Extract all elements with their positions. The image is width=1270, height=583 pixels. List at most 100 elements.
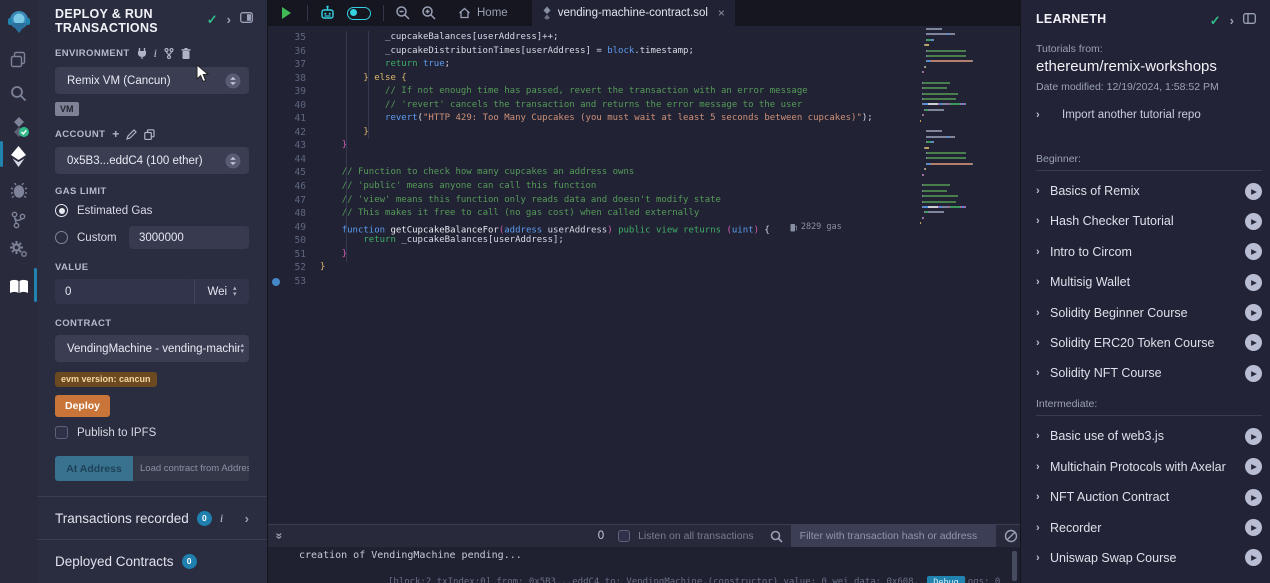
tutorial-item[interactable]: ›Basic use of web3.js▶ <box>1036 423 1262 449</box>
breakpoint-gutter[interactable] <box>268 221 284 235</box>
breakpoint-gutter[interactable] <box>268 72 284 86</box>
terminal-collapse-icon[interactable]: » <box>272 533 286 540</box>
solidity-compiler-icon[interactable] <box>0 112 37 142</box>
breakpoint-gutter[interactable] <box>268 275 284 289</box>
clear-console-icon[interactable] <box>1004 529 1018 543</box>
custom-gas-radio[interactable] <box>55 231 68 244</box>
learneth-pin-icon[interactable] <box>1243 13 1256 24</box>
terminal-filter-input[interactable] <box>791 524 996 548</box>
breakpoint-gutter[interactable] <box>268 139 284 153</box>
breakpoint-gutter[interactable] <box>268 31 284 45</box>
breakpoint-gutter[interactable] <box>268 180 284 194</box>
tutorial-item[interactable]: ›Intro to Circom▶ <box>1036 239 1262 265</box>
tutorial-item[interactable]: ›Solidity ERC20 Token Course▶ <box>1036 330 1262 356</box>
source-control-icon[interactable] <box>0 205 37 235</box>
tutorial-item[interactable]: ›Multisig Wallet▶ <box>1036 269 1262 295</box>
tutorial-play-button[interactable]: ▶ <box>1245 519 1262 536</box>
code-editor[interactable]: 35 _cupcakeBalances[userAddress]++;36 _c… <box>268 26 1020 512</box>
listen-all-checkbox[interactable] <box>618 530 630 542</box>
tutorial-item[interactable]: ›Hash Checker Tutorial▶ <box>1036 208 1262 234</box>
search-icon[interactable] <box>0 78 37 108</box>
pin-panel-icon[interactable] <box>240 12 253 23</box>
deploy-run-icon[interactable] <box>0 141 37 171</box>
collapse-panel-icon[interactable]: › <box>227 12 231 27</box>
contract-select[interactable]: VendingMachine - vending-machin ▴▾ <box>55 335 249 362</box>
copy-account-icon[interactable] <box>144 129 155 140</box>
breakpoint-gutter[interactable] <box>268 194 284 208</box>
environment-select[interactable]: Remix VM (Cancun) <box>55 67 249 94</box>
breakpoint-gutter[interactable] <box>268 58 284 72</box>
transactions-info-icon[interactable]: i <box>220 511 223 526</box>
value-unit-select[interactable]: Wei ▴▾ <box>194 279 249 304</box>
tutorial-play-button[interactable]: ▶ <box>1245 428 1262 445</box>
estimated-gas-radio[interactable] <box>55 204 68 217</box>
add-account-icon[interactable]: + <box>112 127 119 141</box>
tutorial-play-button[interactable]: ▶ <box>1245 213 1262 230</box>
terminal-search-icon[interactable] <box>770 530 783 543</box>
tab-close-icon[interactable]: × <box>718 6 725 20</box>
breakpoint-gutter[interactable] <box>268 261 284 275</box>
deploy-button[interactable]: Deploy <box>55 395 110 417</box>
settings-icon[interactable] <box>0 234 37 264</box>
terminal-scrollbar[interactable] <box>1012 551 1017 581</box>
tutorial-item[interactable]: ›Solidity Beginner Course▶ <box>1036 300 1262 326</box>
breakpoint-gutter[interactable] <box>268 248 284 262</box>
breakpoint-gutter[interactable] <box>268 234 284 248</box>
import-repo-row[interactable]: › Import another tutorial repo <box>1036 109 1255 121</box>
tutorial-item[interactable]: ›Uniswap Swap Course▶ <box>1036 545 1262 571</box>
account-select[interactable]: 0x5B3...eddC4 (100 ether) <box>55 147 249 174</box>
zoom-out-icon[interactable] <box>395 5 411 21</box>
breakpoint-gutter[interactable] <box>268 126 284 140</box>
tutorial-item[interactable]: ›Basics of Remix▶ <box>1036 178 1262 204</box>
tutorial-item[interactable]: ›Multichain Protocols with Axelar▶ <box>1036 454 1262 480</box>
breakpoint-gutter[interactable] <box>268 153 284 167</box>
publish-ipfs-checkbox[interactable] <box>55 426 68 439</box>
tutorial-play-button[interactable]: ▶ <box>1245 304 1262 321</box>
breakpoint-icon[interactable] <box>272 278 280 286</box>
breakpoint-gutter[interactable] <box>268 112 284 126</box>
tutorial-play-button[interactable]: ▶ <box>1245 334 1262 351</box>
zoom-in-icon[interactable] <box>421 5 437 21</box>
environment-info-icon[interactable]: i <box>154 46 157 61</box>
tutorial-item[interactable]: ›NFT Auction Contract▶ <box>1036 484 1262 510</box>
at-address-input[interactable]: Load contract from Addres <box>133 456 249 481</box>
learneth-icon[interactable] <box>0 272 37 302</box>
remix-logo[interactable] <box>0 8 37 36</box>
debug-button[interactable]: Debug <box>927 576 965 583</box>
tutorial-play-button[interactable]: ▶ <box>1245 183 1262 200</box>
plug-icon[interactable] <box>137 48 147 59</box>
tab-home[interactable]: Home <box>448 0 518 26</box>
breakpoint-gutter[interactable] <box>268 85 284 99</box>
transactions-recorded-section[interactable]: Transactions recorded 0 i › <box>55 497 249 539</box>
tutorial-play-button[interactable]: ▶ <box>1245 365 1262 382</box>
tutorial-item[interactable]: ›Solidity NFT Course▶ <box>1036 360 1262 386</box>
tab-file[interactable]: vending-machine-contract.sol × <box>532 0 735 26</box>
tutorial-play-button[interactable]: ▶ <box>1245 489 1262 506</box>
copilot-toggle[interactable] <box>347 7 371 20</box>
file-explorer-icon[interactable] <box>0 44 37 74</box>
editor-minimap[interactable] <box>920 28 1015 358</box>
estimated-gas-option[interactable]: Estimated Gas <box>55 204 249 217</box>
publish-ipfs-option[interactable]: Publish to IPFS <box>55 426 249 439</box>
sign-message-icon[interactable] <box>126 129 137 140</box>
run-script-icon[interactable] <box>282 7 291 19</box>
custom-gas-option[interactable]: Custom 3000000 <box>55 226 249 249</box>
tutorial-item[interactable]: ›Recorder▶ <box>1036 515 1262 541</box>
breakpoint-gutter[interactable] <box>268 99 284 113</box>
learneth-collapse-icon[interactable]: › <box>1230 13 1234 28</box>
breakpoint-gutter[interactable] <box>268 166 284 180</box>
breakpoint-gutter[interactable] <box>268 45 284 59</box>
custom-gas-input[interactable]: 3000000 <box>129 226 249 249</box>
delete-state-icon[interactable] <box>181 48 191 59</box>
tutorial-play-button[interactable]: ▶ <box>1245 549 1262 566</box>
debugger-icon[interactable] <box>0 175 37 205</box>
terminal-output[interactable]: creation of VendingMachine pending... [b… <box>268 547 1020 583</box>
tutorial-play-button[interactable]: ▶ <box>1245 243 1262 260</box>
value-input[interactable]: 0 <box>55 279 194 304</box>
breakpoint-gutter[interactable] <box>268 207 284 221</box>
tutorial-play-button[interactable]: ▶ <box>1245 458 1262 475</box>
transactions-expand-icon[interactable]: › <box>245 511 249 526</box>
at-address-button[interactable]: At Address <box>55 456 133 481</box>
fork-state-icon[interactable] <box>164 48 174 59</box>
tutorial-play-button[interactable]: ▶ <box>1245 274 1262 291</box>
